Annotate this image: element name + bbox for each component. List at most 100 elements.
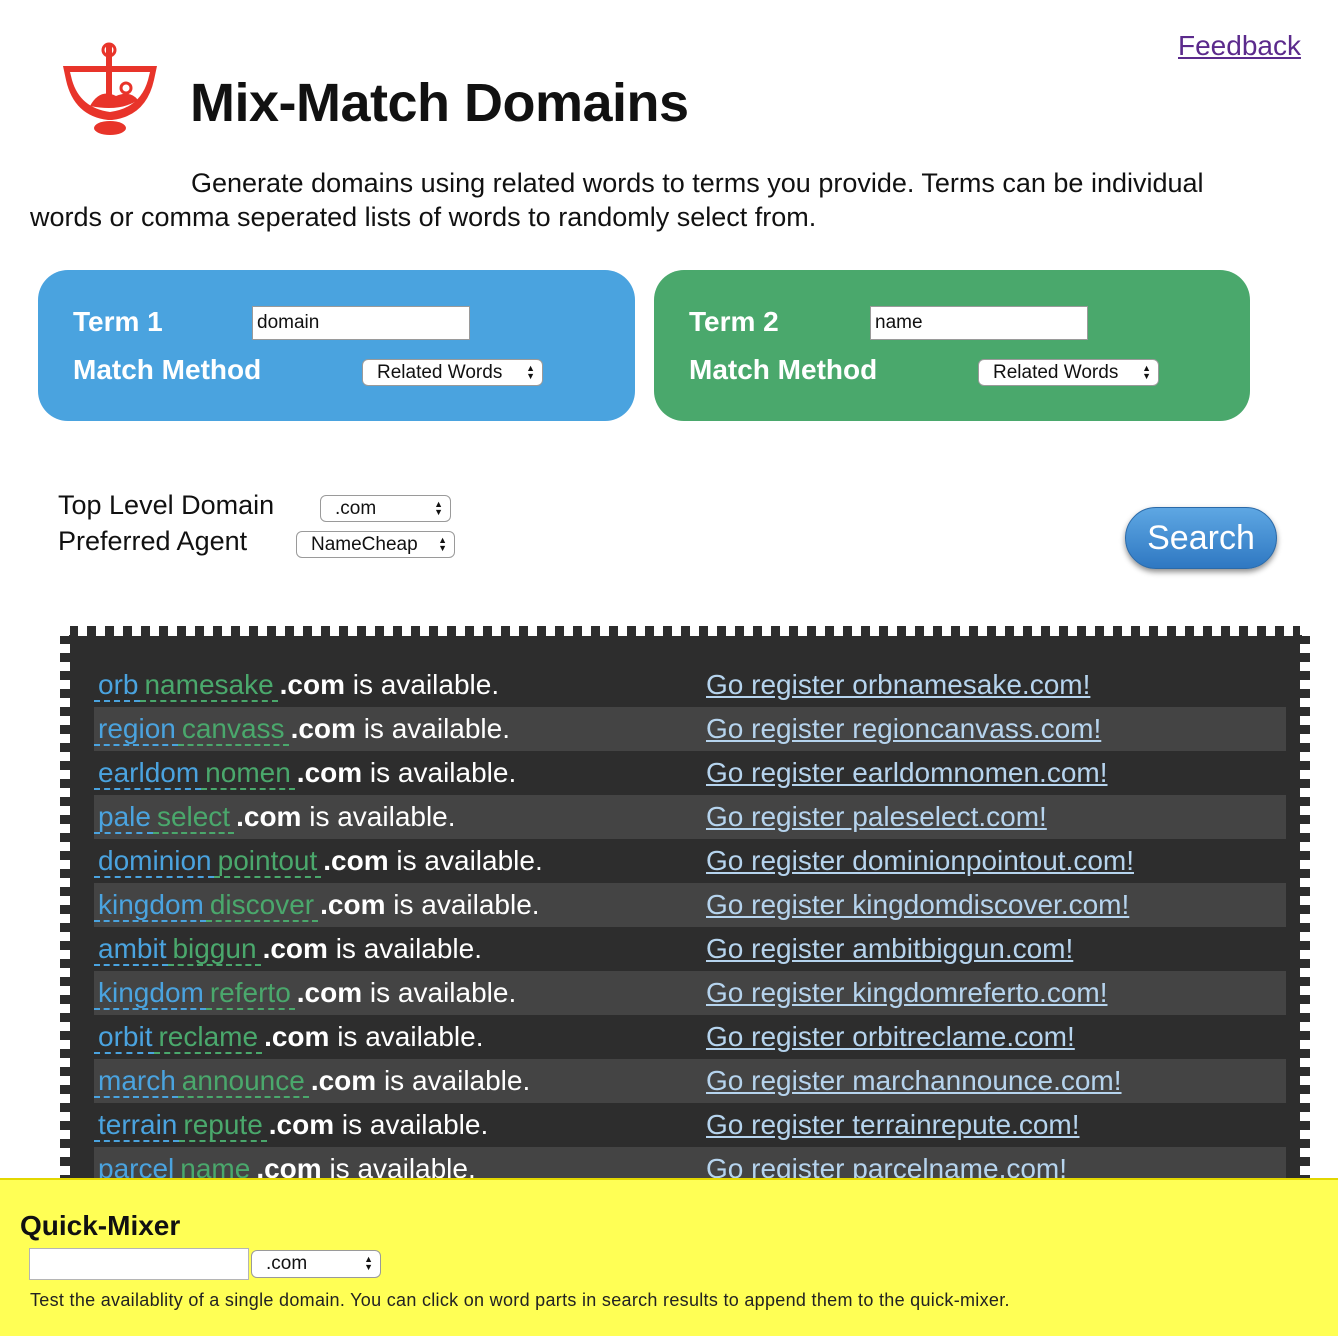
word-part-1[interactable]: orb	[94, 669, 141, 702]
tld-label: Top Level Domain	[58, 490, 275, 520]
register-link[interactable]: Go register orbitreclame.com!	[706, 1015, 1075, 1059]
select-arrows-icon: ▲ ▼	[438, 535, 447, 553]
result-status: is available.	[327, 933, 483, 964]
stamp-edge	[60, 626, 1310, 636]
term1-method-label: Match Method	[73, 354, 262, 385]
intro-text: Generate domains using related words to …	[30, 168, 1204, 232]
word-part-2[interactable]: biggun	[168, 933, 261, 966]
result-row: kingdom discover .com is available. Go regi…	[94, 883, 1286, 927]
result-row: terrain repute .com is available. Go regist…	[94, 1103, 1286, 1147]
term2-method-select[interactable]: Related Words ▲ ▼	[978, 359, 1159, 386]
stamp-edge	[1300, 626, 1310, 1186]
result-row: earldom nomen .com is available. Go registe…	[94, 751, 1286, 795]
word-part-1[interactable]: march	[94, 1065, 178, 1098]
select-arrows-icon: ▲ ▼	[526, 363, 535, 381]
word-part-2[interactable]: select	[152, 801, 235, 834]
term2-method-label: Match Method	[689, 354, 878, 385]
result-row: dominion pointout .com is available. Go reg…	[94, 839, 1286, 883]
word-part-2[interactable]: canvass	[177, 713, 289, 746]
word-part-2[interactable]: referto	[205, 977, 295, 1010]
result-status: is available.	[334, 1109, 489, 1140]
result-tld: .com	[310, 1065, 377, 1096]
word-part-1[interactable]: kingdom	[94, 977, 206, 1010]
term1-panel: Term 1 Match Method Related Words ▲▼	[38, 270, 635, 421]
quick-mixer-panel: Quick-Mixer .com ▲ ▼ Test the availablity…	[0, 1178, 1338, 1336]
result-row: kingdom referto .com is available. Go regis…	[94, 971, 1286, 1015]
result-status: is available.	[355, 713, 511, 744]
result-row: orbit reclame .com is available. Go registe…	[94, 1015, 1286, 1059]
quick-mixer-tld-select[interactable]: .com ▲ ▼	[251, 1250, 381, 1278]
result-row: region canvass .com is available. Go regist…	[94, 707, 1286, 751]
register-link[interactable]: Go register regioncanvass.com!	[706, 707, 1101, 751]
result-row: ambit biggun .com is available. Go register…	[94, 927, 1286, 971]
register-link[interactable]: Go register dominionpointout.com!	[706, 839, 1134, 883]
result-status: is available.	[362, 757, 517, 788]
page-title: Mix-Match Domains	[190, 73, 689, 133]
term2-method-value: Related Words	[993, 362, 1119, 383]
quick-mixer-title: Quick-Mixer	[20, 1210, 181, 1241]
quick-mixer-tld-value: .com	[266, 1253, 308, 1274]
result-tld: .com	[236, 801, 302, 832]
result-tld: .com	[268, 1109, 335, 1140]
result-status: is available.	[329, 1021, 484, 1052]
term2-panel: Term 2 Match Method Related Words ▲▼	[654, 270, 1250, 421]
result-tld: .com	[296, 977, 363, 1008]
result-tld: .com	[264, 1021, 330, 1052]
result-tld: .com	[296, 757, 363, 788]
register-link[interactable]: Go register orbnamesake.com!	[706, 663, 1090, 707]
register-link[interactable]: Go register marchannounce.com!	[706, 1059, 1122, 1103]
word-part-2[interactable]: announce	[177, 1065, 309, 1098]
tld-value: .com	[335, 498, 377, 519]
agent-value: NameCheap	[311, 534, 418, 555]
stamp-edge	[60, 626, 70, 1186]
select-arrows-icon: ▲ ▼	[434, 499, 443, 517]
tld-select[interactable]: .com ▲ ▼	[320, 495, 451, 522]
term1-label: Term 1	[73, 306, 163, 337]
result-tld: .com	[323, 845, 389, 876]
agent-label: Preferred Agent	[58, 526, 248, 556]
result-status: is available.	[301, 801, 456, 832]
result-status: is available.	[388, 845, 543, 876]
register-link[interactable]: Go register ambitbiggun.com!	[706, 927, 1073, 971]
bowl-logo-icon	[63, 42, 157, 135]
word-part-1[interactable]: pale	[94, 801, 153, 834]
term2-input[interactable]	[870, 306, 1088, 340]
result-row: orb namesake .com is available. Go register…	[94, 663, 1286, 707]
result-tld: .com	[290, 713, 356, 744]
word-part-2[interactable]: nomen	[201, 757, 295, 790]
result-row: pale select .com is available. Go register …	[94, 795, 1286, 839]
result-row: march announce .com is available. Go regist…	[94, 1059, 1286, 1103]
feedback-link[interactable]: Feedback	[1178, 30, 1301, 62]
select-arrows-icon: ▲ ▼	[364, 1254, 373, 1272]
word-part-1[interactable]: region	[94, 713, 178, 746]
agent-select[interactable]: NameCheap ▲ ▼	[296, 531, 455, 558]
register-link[interactable]: Go register kingdomdiscover.com!	[706, 883, 1129, 927]
word-part-1[interactable]: earldom	[94, 757, 202, 790]
results-panel: orb namesake .com is available. Go register…	[60, 626, 1310, 1186]
word-part-1[interactable]: terrain	[94, 1109, 180, 1142]
term1-method-value: Related Words	[377, 362, 503, 383]
quick-mixer-input[interactable]	[29, 1248, 249, 1280]
word-part-1[interactable]: orbit	[94, 1021, 155, 1054]
word-part-2[interactable]: namesake	[140, 669, 278, 702]
result-tld: .com	[262, 933, 328, 964]
word-part-2[interactable]: repute	[179, 1109, 267, 1142]
search-button[interactable]: Search	[1125, 507, 1277, 569]
word-part-2[interactable]: pointout	[213, 845, 322, 878]
word-part-1[interactable]: dominion	[94, 845, 214, 878]
register-link[interactable]: Go register earldomnomen.com!	[706, 751, 1108, 795]
register-link[interactable]: Go register paleselect.com!	[706, 795, 1047, 839]
word-part-2[interactable]: discover	[205, 889, 319, 922]
select-arrows-icon: ▲ ▼	[1142, 363, 1151, 381]
result-status: is available.	[376, 1065, 531, 1096]
word-part-2[interactable]: reclame	[154, 1021, 263, 1054]
term1-input[interactable]	[252, 306, 470, 340]
word-part-1[interactable]: ambit	[94, 933, 169, 966]
result-status: is available.	[385, 889, 540, 920]
result-status: is available.	[362, 977, 517, 1008]
result-tld: .com	[320, 889, 386, 920]
term1-method-select[interactable]: Related Words ▲ ▼	[362, 359, 543, 386]
register-link[interactable]: Go register terrainrepute.com!	[706, 1103, 1080, 1147]
register-link[interactable]: Go register kingdomreferto.com!	[706, 971, 1108, 1015]
word-part-1[interactable]: kingdom	[94, 889, 206, 922]
